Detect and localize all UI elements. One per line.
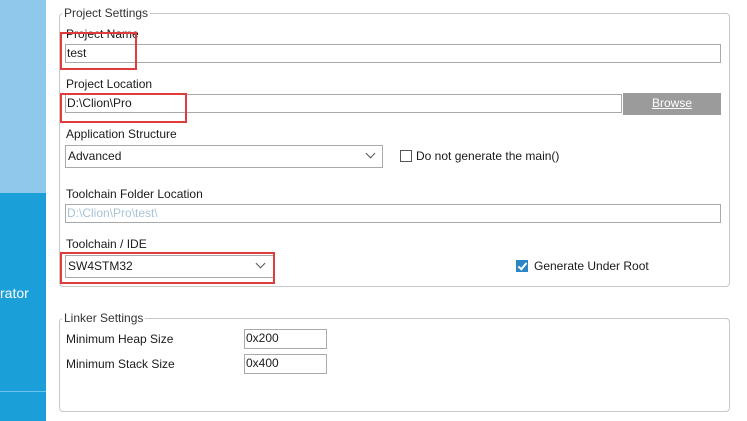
- do-not-generate-main-checkbox[interactable]: [400, 150, 412, 162]
- generate-under-root-label: Generate Under Root: [534, 259, 649, 273]
- browse-button-label: Browse: [651, 96, 692, 110]
- project-manager-panel: rator Project Settings Project Name test…: [0, 0, 747, 421]
- sidebar-section-top[interactable]: [0, 0, 46, 193]
- min-heap-size-input[interactable]: 0x200: [244, 329, 327, 349]
- toolchain-folder-location-label: Toolchain Folder Location: [66, 187, 203, 201]
- toolchain-folder-location-input: D:\Clion\Pro\test\: [65, 204, 721, 223]
- chevron-down-icon: [365, 148, 376, 159]
- project-location-input[interactable]: D:\Clion\Pro: [65, 94, 622, 113]
- project-settings-legend: Project Settings: [64, 6, 149, 20]
- chevron-down-icon: [255, 258, 266, 269]
- min-stack-size-label: Minimum Stack Size: [66, 357, 175, 371]
- toolchain-ide-value: SW4STM32: [68, 259, 133, 273]
- sidebar-section-bottom[interactable]: [0, 391, 46, 421]
- application-structure-value: Advanced: [68, 149, 122, 163]
- sidebar-item-label: rator: [0, 285, 29, 301]
- min-heap-size-label: Minimum Heap Size: [66, 332, 174, 346]
- project-location-label: Project Location: [66, 77, 153, 91]
- toolchain-ide-select[interactable]: SW4STM32: [65, 255, 275, 278]
- project-name-label: Project Name: [66, 27, 139, 41]
- application-structure-select[interactable]: Advanced: [65, 145, 383, 168]
- min-stack-size-input[interactable]: 0x400: [244, 354, 327, 374]
- sidebar: rator: [0, 0, 46, 421]
- application-structure-label: Application Structure: [66, 127, 177, 141]
- generate-under-root-checkbox[interactable]: [516, 260, 528, 272]
- browse-button[interactable]: Browse: [623, 93, 721, 115]
- do-not-generate-main-label: Do not generate the main(): [416, 149, 560, 163]
- linker-settings-legend: Linker Settings: [64, 311, 144, 325]
- project-name-input[interactable]: test: [65, 44, 721, 63]
- toolchain-ide-label: Toolchain / IDE: [66, 237, 147, 251]
